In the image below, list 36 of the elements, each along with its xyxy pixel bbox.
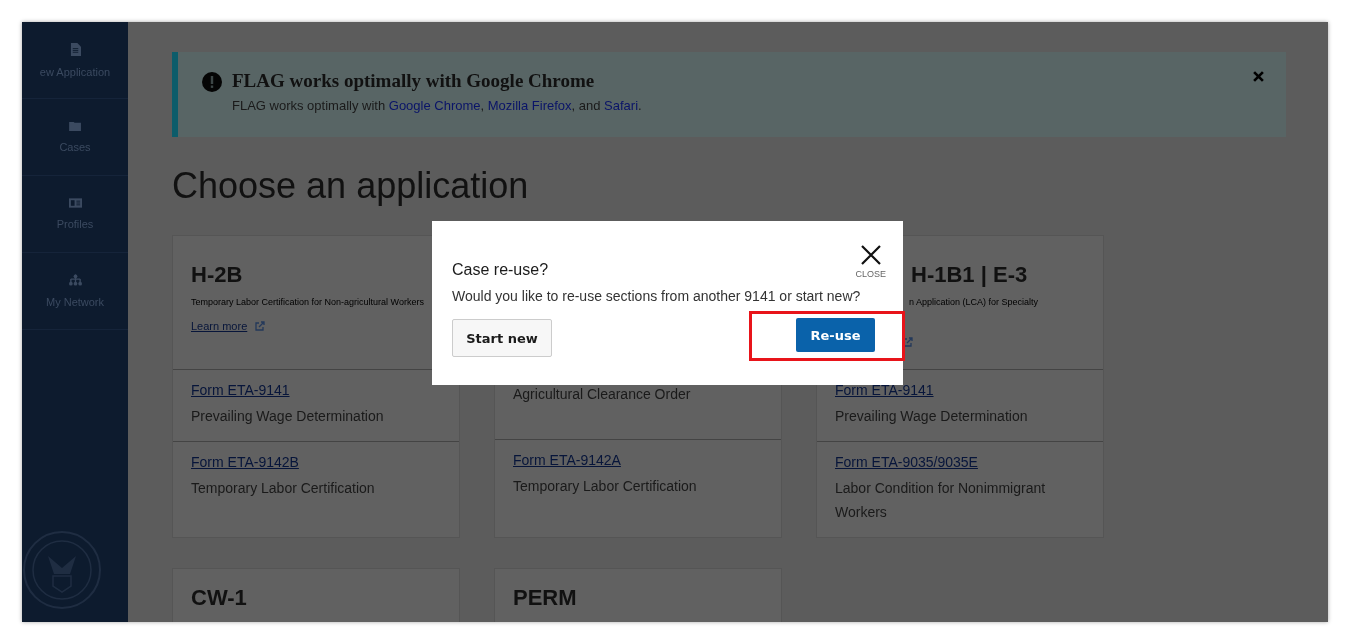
form-link[interactable]: Form ETA-9141 — [835, 382, 1085, 398]
form-link[interactable]: Form ETA-9141 — [191, 382, 441, 398]
close-icon — [860, 245, 881, 265]
close-button[interactable]: CLOSE — [855, 245, 886, 279]
card-title: H-1B1 | E-3 — [911, 262, 1029, 288]
id-card-icon — [68, 198, 82, 208]
banner-message: FLAG works optimally with Google Chrome, Mozilla Firefox, and Safari. — [232, 98, 642, 113]
reuse-button[interactable]: Re-use — [796, 318, 875, 352]
banner-title: FLAG works optimally with Google Chrome — [232, 70, 596, 92]
form-description: Agricultural Clearance Order — [513, 385, 692, 404]
form-description: Prevailing Wage Determination — [191, 407, 385, 426]
dialog-message: Would you like to re-use sections from another 9141 or start new? — [452, 288, 862, 304]
form-link[interactable]: Form ETA-9142B — [191, 453, 441, 470]
external-link-icon — [903, 337, 913, 347]
form-link[interactable]: Form ETA-9142A — [513, 452, 763, 468]
dialog-title: Case re-use? — [452, 261, 549, 279]
card-title: CW-1 — [191, 584, 248, 611]
external-link-icon — [255, 320, 266, 331]
alert-icon — [202, 72, 222, 92]
page-heading: Choose an application — [172, 165, 530, 207]
card-description: n Application (LCA) for Specialty — [909, 298, 1040, 308]
network-icon — [68, 274, 82, 286]
form-description: Temporary Labor Certification — [513, 477, 698, 496]
learn-more-link[interactable]: Learn more — [191, 319, 248, 332]
folder-icon — [68, 121, 82, 131]
form-description: Prevailing Wage Determination — [835, 407, 1029, 426]
form-description: Labor Condition for Nonimmigrant Workers — [835, 478, 1047, 522]
card-title: PERM — [513, 584, 578, 611]
form-description: Temporary Labor Certification — [191, 478, 376, 498]
document-icon — [69, 42, 81, 56]
card-title: H-2B — [191, 262, 244, 288]
card-description: Temporary Labor Certification for Non-agricultural Workers — [191, 298, 425, 308]
browser-link[interactable]: Google Chrome — [388, 98, 481, 113]
form-link[interactable]: Form ETA-9035/9035E — [835, 453, 1085, 470]
browser-link[interactable]: Mozilla Firefox — [487, 98, 572, 113]
start-new-button[interactable]: Start new — [452, 319, 552, 357]
